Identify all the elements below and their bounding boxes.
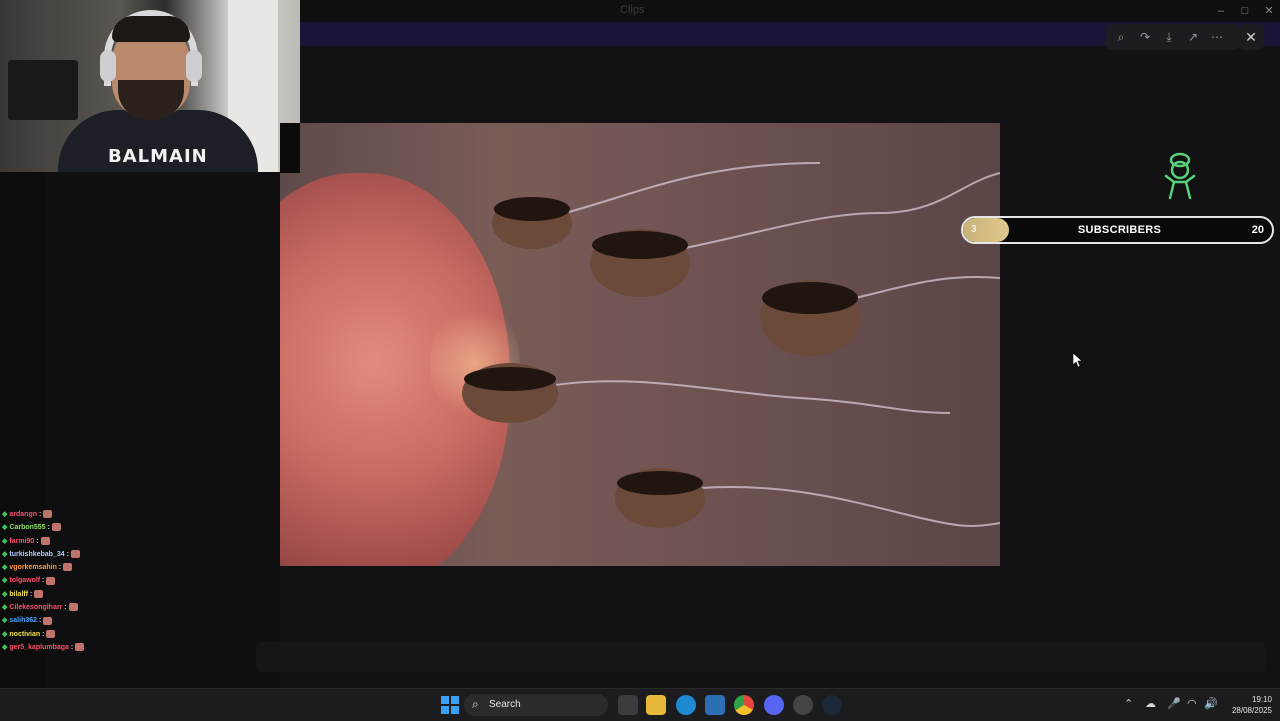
chat-emote-icon [43, 510, 53, 519]
chat-separator: : [40, 630, 45, 638]
chat-username: ardangn [9, 511, 38, 518]
chat-message: ◆ bilalff : [2, 588, 122, 601]
chat-username: ger5_kaplumbaga [9, 643, 69, 651]
subscriber-goal-bar: 3 SUBSCRIBERS 20 [961, 216, 1274, 244]
taskbar: ⌕ Search ⌃ ☁ 🎤 ◠ 🔊 19:10 28/08/2025 [0, 688, 1280, 721]
chat-separator: : [40, 577, 45, 585]
store-icon[interactable] [705, 695, 725, 715]
chat-emote-icon [46, 629, 56, 638]
shirt-logo-text: BALMAIN [108, 146, 208, 167]
chat-separator: : [45, 524, 50, 532]
chat-emote-icon [63, 563, 73, 572]
chat-username: salih362 [9, 617, 38, 625]
taskbar-search[interactable]: ⌕ Search [464, 694, 608, 716]
chat-username: bilalff [9, 590, 29, 598]
chat-message: ◆ vgorkemsahin : [2, 561, 122, 574]
chat-username: turkishkebab_34 [9, 550, 65, 558]
chat-username: noctivian [9, 630, 41, 638]
chat-username: Carbon555 [9, 524, 46, 532]
chat-message: ◆ salih362 : [2, 614, 122, 627]
search-label: Search [489, 699, 521, 710]
subscriber-badge-icon: ◆ [2, 643, 8, 651]
chat-emote-icon [34, 589, 44, 598]
chat-message: ◆ farmi90 : [2, 535, 122, 548]
subscriber-badge-icon: ◆ [2, 577, 8, 585]
open-external-icon[interactable]: ↗ [1182, 27, 1204, 47]
viewer-toolbar: ⌕ ↷ ⤓ ↗ ⋯ [1106, 24, 1240, 50]
chat-username: tolgawolf [9, 577, 41, 585]
chat-message: ◆ noctivian : [2, 628, 122, 641]
forward-icon[interactable]: ↷ [1134, 27, 1156, 47]
clock-date: 28/08/2025 [1231, 706, 1272, 715]
clock-time: 19:10 [1251, 695, 1272, 704]
steam-icon[interactable] [822, 695, 842, 715]
minimize-icon[interactable]: – [1208, 2, 1234, 20]
subscriber-badge-icon: ◆ [2, 537, 8, 545]
subscriber-badge-icon: ◆ [2, 564, 8, 572]
chat-separator: : [64, 550, 69, 558]
message-input-area [256, 642, 1266, 672]
goal-mascot-icon [1164, 152, 1196, 200]
window-close-icon[interactable]: ✕ [1256, 2, 1280, 20]
file-explorer-icon[interactable] [646, 695, 666, 715]
chat-emote-icon [43, 616, 53, 625]
chat-separator: : [37, 617, 42, 625]
chat-separator: : [62, 604, 67, 612]
cloud-icon[interactable]: ☁ [1145, 697, 1156, 710]
chat-separator: : [34, 537, 39, 545]
sperm-illustration [462, 162, 1000, 528]
goal-label: SUBSCRIBERS [1077, 224, 1162, 236]
chat-message: ◆ ger5_kaplumbaga : [2, 641, 122, 654]
chat-emote-icon [70, 550, 80, 559]
chat-overlay: ◆ ardangn : ◆ Carbon555 : ◆ farmi90 : ◆ turkish… [2, 508, 122, 654]
chat-username: Cilekesongiharr [9, 604, 63, 612]
chat-emote-icon [51, 523, 61, 532]
chat-message: ◆ tolgawolf : [2, 574, 122, 587]
chat-message: ◆ Carbon555 : [2, 521, 122, 534]
subscriber-badge-icon: ◆ [2, 630, 8, 638]
search-icon: ⌕ [472, 697, 479, 711]
chat-separator: : [28, 590, 33, 598]
chat-username: vgorkemsahin [9, 564, 57, 572]
subscriber-badge-icon: ◆ [2, 524, 8, 532]
window-title: Clips [620, 4, 645, 16]
chat-separator: : [37, 511, 42, 518]
mouse-cursor-icon [1073, 353, 1083, 367]
goal-target-count: 20 [1251, 224, 1264, 236]
subscriber-badge-icon: ◆ [2, 550, 8, 558]
viewer-image [280, 123, 1000, 566]
chevron-up-icon[interactable]: ⌃ [1124, 697, 1133, 710]
chat-emote-icon [68, 603, 78, 612]
edge-icon[interactable] [676, 695, 696, 715]
start-icon[interactable] [440, 695, 460, 715]
chat-emote-icon [40, 536, 50, 545]
chat-message: ◆ turkishkebab_34 : [2, 548, 122, 561]
chat-username: farmi90 [9, 537, 35, 545]
wifi-icon[interactable]: ◠ [1187, 697, 1197, 710]
close-icon[interactable]: ✕ [1238, 24, 1264, 50]
chat-emote-icon [46, 576, 56, 585]
maximize-icon[interactable]: □ [1232, 2, 1258, 20]
system-clock[interactable]: 19:10 28/08/2025 [1222, 694, 1272, 716]
chat-message: ◆ Cilekesongiharr : [2, 601, 122, 614]
chat-message: ◆ ardangn : [2, 508, 122, 521]
volume-icon[interactable]: 🔊 [1204, 697, 1218, 710]
chrome-icon[interactable] [734, 695, 754, 715]
webcam-feed: BALMAIN [0, 0, 300, 172]
more-icon[interactable]: ⋯ [1206, 27, 1228, 47]
download-icon[interactable]: ⤓ [1158, 27, 1180, 47]
viewer-image-gap [280, 123, 300, 173]
task-view-icon[interactable] [618, 695, 638, 715]
microphone-icon[interactable]: 🎤 [1167, 697, 1181, 710]
chat-separator: : [56, 564, 62, 572]
subscriber-badge-icon: ◆ [2, 617, 8, 625]
zoom-icon[interactable]: ⌕ [1110, 27, 1132, 47]
chat-separator: : [68, 643, 74, 651]
subscriber-badge-icon: ◆ [2, 511, 8, 518]
app-icon[interactable] [793, 695, 813, 715]
discord-icon[interactable] [764, 695, 784, 715]
subscriber-badge-icon: ◆ [2, 604, 8, 612]
chat-emote-icon [75, 643, 85, 652]
subscriber-badge-icon: ◆ [2, 590, 8, 598]
